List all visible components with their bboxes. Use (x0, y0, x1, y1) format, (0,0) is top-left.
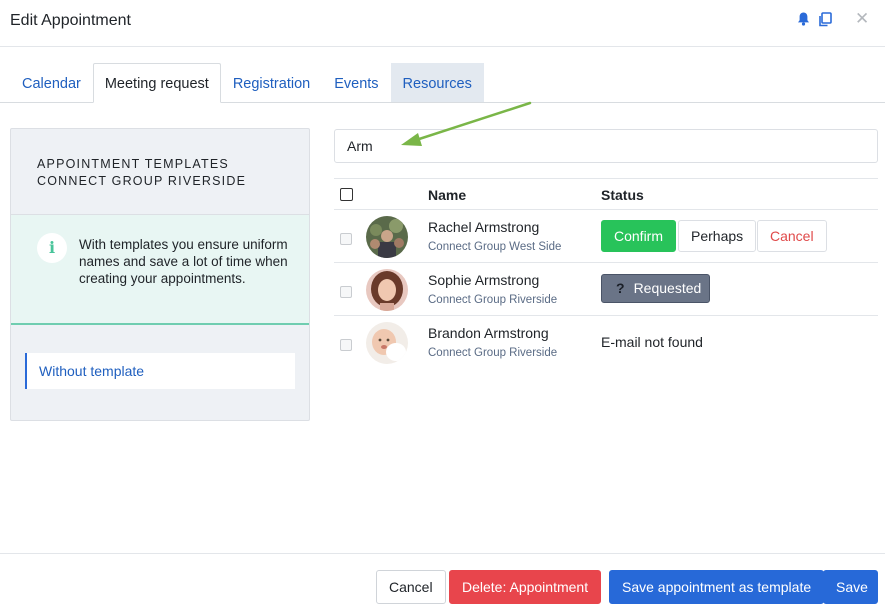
confirm-button[interactable]: Confirm (601, 220, 677, 252)
tab-calendar[interactable]: Calendar (10, 63, 93, 102)
tab-resources[interactable]: Resources (390, 63, 484, 102)
info-text: With templates you ensure uniform names … (79, 237, 288, 286)
person-name: Brandon Armstrong (428, 325, 549, 341)
cancel-request-button[interactable]: Cancel (757, 220, 827, 252)
templates-heading-group: CONNECT GROUP RIVERSIDE (37, 174, 247, 188)
tab-events[interactable]: Events (322, 63, 390, 102)
status-badge-label: Requested (633, 280, 702, 296)
person-name: Rachel Armstrong (428, 219, 540, 235)
info-icon: i (37, 233, 67, 263)
tab-registration[interactable]: Registration (221, 63, 322, 102)
bell-icon[interactable] (795, 11, 811, 27)
perhaps-button[interactable]: Perhaps (678, 220, 757, 252)
dialog-title: Edit Appointment (10, 12, 131, 29)
copy-icon[interactable] (817, 11, 833, 27)
templates-panel: APPOINTMENT TEMPLATES CONNECT GROUP RIVE… (10, 128, 310, 421)
person-group: Connect Group West Side (428, 241, 562, 253)
person-group: Connect Group Riverside (428, 294, 558, 306)
select-all-checkbox[interactable] (340, 188, 353, 201)
templates-heading: APPOINTMENT TEMPLATES CONNECT GROUP RIVE… (11, 129, 309, 215)
close-icon[interactable]: ✕ (855, 9, 869, 29)
status-badge: ? Requested (601, 274, 710, 303)
save-as-template-button[interactable]: Save appointment as template (609, 570, 825, 604)
status-text: E-mail not found (601, 334, 703, 350)
row-checkbox[interactable] (340, 339, 352, 351)
cancel-button[interactable]: Cancel (376, 570, 446, 604)
table-row: Sophie Armstrong Connect Group Riverside… (334, 263, 878, 316)
participants-table: Name Status Rachel Armstrong Connect Gro… (334, 178, 878, 369)
tab-bar: Calendar Meeting request Registration Ev… (10, 63, 484, 103)
delete-appointment-button[interactable]: Delete: Appointment (449, 570, 602, 604)
avatar (366, 322, 408, 364)
column-header-name: Name (428, 187, 467, 203)
dialog-header: Edit Appointment ✕ (0, 0, 885, 47)
question-icon: ? (616, 280, 625, 296)
template-item-without-template[interactable]: Without template (25, 353, 295, 389)
row-checkbox[interactable] (340, 286, 352, 298)
table-row: Rachel Armstrong Connect Group West Side… (334, 210, 878, 263)
search-input[interactable] (334, 129, 878, 163)
dialog-footer: Cancel Delete: Appointment Save appointm… (0, 553, 885, 614)
info-box: i With templates you ensure uniform name… (11, 215, 309, 325)
save-button[interactable]: Save (823, 570, 878, 604)
column-header-status: Status (601, 187, 644, 203)
tab-meeting-request[interactable]: Meeting request (92, 63, 221, 103)
avatar (366, 269, 408, 311)
table-header: Name Status (334, 178, 878, 210)
templates-heading-title: APPOINTMENT TEMPLATES (37, 157, 229, 171)
person-group: Connect Group Riverside (428, 347, 558, 359)
row-checkbox[interactable] (340, 233, 352, 245)
person-name: Sophie Armstrong (428, 272, 540, 288)
avatar (366, 216, 408, 258)
table-row: Brandon Armstrong Connect Group Riversid… (334, 316, 878, 369)
